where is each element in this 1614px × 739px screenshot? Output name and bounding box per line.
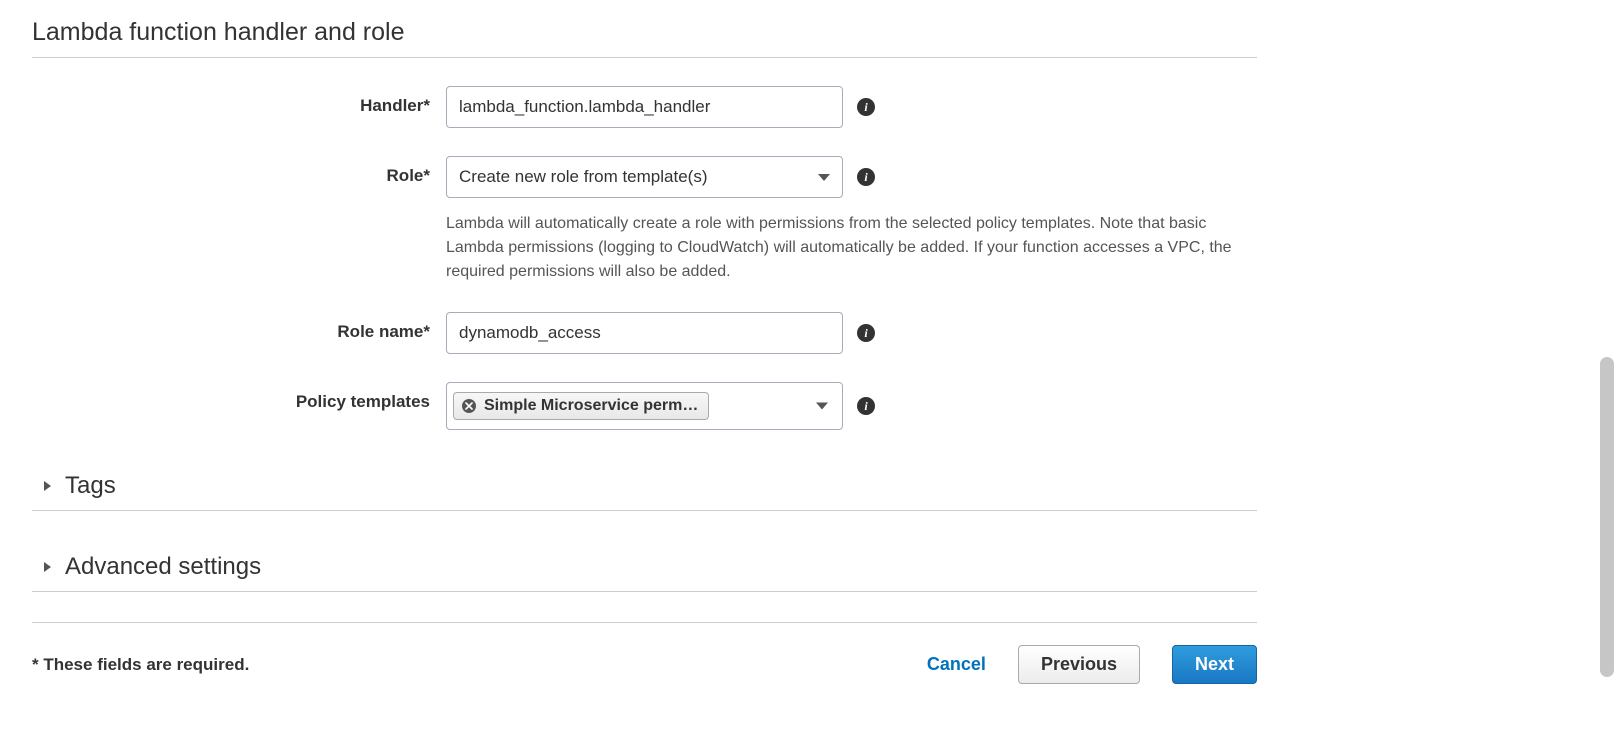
policy-label: Policy templates — [32, 382, 446, 412]
rolename-label: Role name* — [32, 312, 446, 342]
tags-title: Tags — [65, 472, 116, 500]
chevron-down-icon — [816, 403, 828, 410]
required-fields-note: * These fields are required. — [32, 655, 249, 675]
caret-right-icon — [44, 481, 51, 491]
rolename-input[interactable] — [446, 312, 843, 354]
info-icon[interactable]: i — [857, 98, 875, 116]
advanced-title: Advanced settings — [65, 553, 261, 581]
tags-section-toggle[interactable]: Tags — [32, 458, 1257, 511]
role-label: Role* — [32, 156, 446, 186]
policy-tag-label: Simple Microservice perm… — [484, 397, 698, 415]
handler-label: Handler* — [32, 86, 446, 116]
remove-tag-icon[interactable] — [462, 399, 476, 413]
role-select[interactable]: Create new role from template(s) — [446, 156, 843, 198]
info-icon[interactable]: i — [857, 324, 875, 342]
role-select-value: Create new role from template(s) — [459, 167, 707, 187]
form-row-role: Role* Create new role from template(s) i… — [32, 128, 1257, 284]
policy-templates-select[interactable]: Simple Microservice perm… — [446, 382, 843, 430]
scrollbar-thumb[interactable] — [1600, 357, 1614, 677]
form-row-policy: Policy templates Simple Microservice per… — [32, 354, 1257, 430]
caret-right-icon — [44, 562, 51, 572]
footer: * These fields are required. Cancel Prev… — [32, 623, 1257, 714]
form-row-rolename: Role name* i — [32, 284, 1257, 354]
form-row-handler: Handler* i — [32, 58, 1257, 128]
next-button[interactable]: Next — [1172, 645, 1257, 684]
chevron-down-icon — [818, 174, 830, 181]
handler-input[interactable] — [446, 86, 843, 128]
section-title: Lambda function handler and role — [32, 0, 1257, 58]
advanced-section-toggle[interactable]: Advanced settings — [32, 539, 1257, 592]
info-icon[interactable]: i — [857, 168, 875, 186]
policy-tag: Simple Microservice perm… — [453, 392, 709, 420]
info-icon[interactable]: i — [857, 397, 875, 415]
role-help-text: Lambda will automatically create a role … — [446, 212, 1236, 284]
previous-button[interactable]: Previous — [1018, 645, 1140, 684]
cancel-button[interactable]: Cancel — [927, 654, 986, 675]
